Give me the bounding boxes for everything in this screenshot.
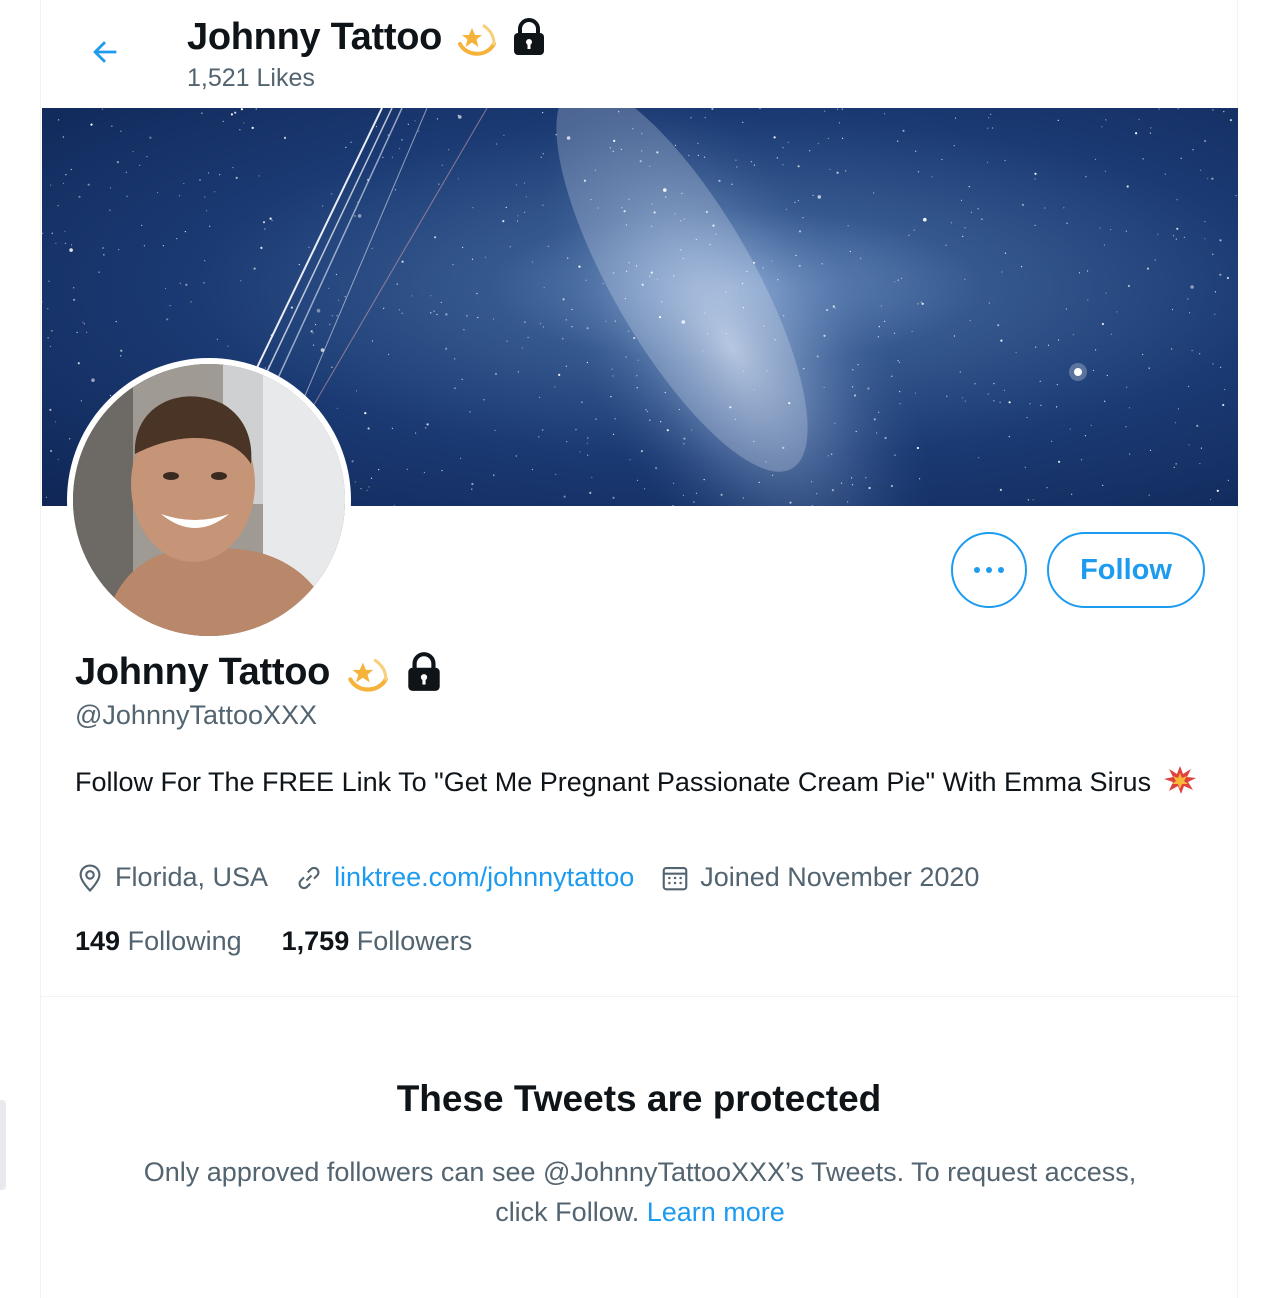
header-likes-count: 1,521 Likes (187, 64, 315, 92)
follow-button[interactable]: Follow (1047, 532, 1205, 608)
joined-text: Joined November 2020 (700, 862, 980, 892)
dizzy-star-emoji (458, 24, 497, 56)
lock-icon (408, 652, 440, 691)
followers-count: 1,759 (281, 926, 350, 956)
website-item[interactable]: linktree.com/johnnytattoo (294, 862, 634, 893)
lock-icon (514, 18, 545, 55)
link-icon (298, 866, 320, 889)
header-name-text: Johnny Tattoo (187, 15, 443, 58)
location-text: Florida, USA (115, 862, 269, 892)
learn-more-link[interactable]: Learn more (647, 1197, 785, 1227)
more-dots-icon (974, 567, 1004, 573)
location-pin-icon (79, 863, 101, 892)
protected-title: These Tweets are protected (396, 1078, 882, 1119)
profile-page: Johnny Tattoo 1,521 Likes Follow Johnny … (0, 0, 1268, 1298)
collision-emoji (1163, 766, 1196, 794)
website-link[interactable]: linktree.com/johnnytattoo (334, 862, 634, 893)
followers-stat[interactable]: 1,759 Followers (282, 926, 473, 957)
profile-stats: 149 Following 1,759 Followers (75, 926, 512, 957)
section-divider (41, 996, 1237, 997)
calendar-icon (662, 866, 688, 890)
protected-body-text: Only approved followers can see @JohnnyT… (143, 1157, 1137, 1227)
more-options-button[interactable] (951, 532, 1027, 608)
arrow-left-icon (93, 41, 117, 63)
window-edge (0, 1100, 6, 1190)
back-button[interactable] (83, 30, 127, 74)
followers-label: Followers (356, 926, 473, 956)
profile-display-name: Johnny Tattoo (75, 648, 446, 696)
protected-message: Only approved followers can see @JohnnyT… (121, 1152, 1159, 1232)
profile-avatar[interactable] (67, 358, 351, 642)
location-item: Florida, USA (75, 862, 268, 893)
profile-name-text: Johnny Tattoo (75, 650, 331, 693)
joined-item: Joined November 2020 (660, 862, 979, 893)
avatar-photo (73, 364, 345, 636)
dizzy-star-emoji (348, 658, 388, 692)
profile-meta: Florida, USA linktree.com/johnnytattoo J… (75, 862, 1005, 893)
profile-column: Johnny Tattoo 1,521 Likes Follow Johnny … (40, 0, 1238, 1298)
profile-bio: Follow For The FREE Link To "Get Me Preg… (75, 762, 1205, 802)
following-count: 149 (75, 926, 121, 956)
following-label: Following (127, 926, 242, 956)
following-stat[interactable]: 149 Following (75, 926, 242, 957)
bio-text: Follow For The FREE Link To "Get Me Preg… (75, 767, 1152, 797)
profile-handle: @JohnnyTattooXXX (75, 700, 318, 730)
header-title: Johnny Tattoo (187, 14, 550, 60)
